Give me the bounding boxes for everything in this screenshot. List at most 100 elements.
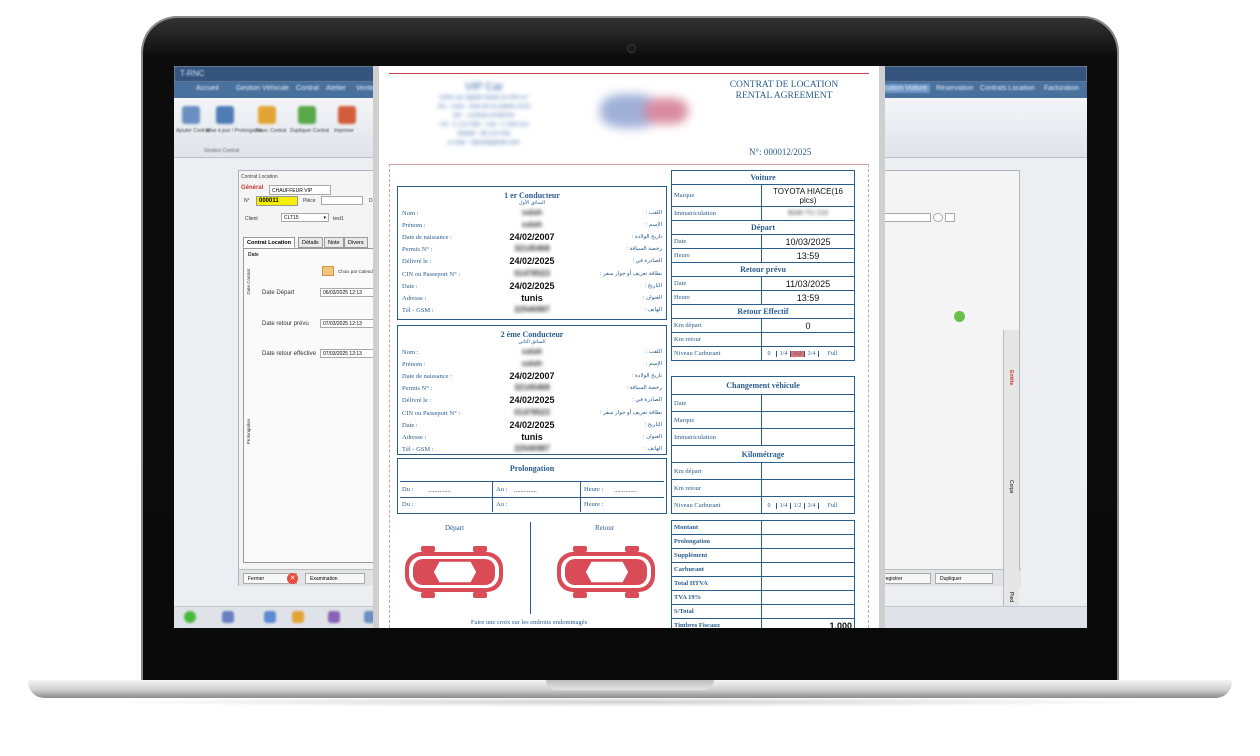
driver1-title: 1 er Conducteur xyxy=(504,191,560,200)
tab-details[interactable]: Détails xyxy=(298,237,323,248)
totals-row: Carburant xyxy=(671,562,855,577)
add-contract-icon[interactable] xyxy=(182,106,200,124)
driver2-row: Tél - GSM :22546987 الهاتف : xyxy=(402,444,662,457)
marque-value: TOYOTA HIACE(16 plcs) xyxy=(761,184,855,207)
tab-general[interactable]: Général xyxy=(241,185,263,191)
company-line: MF : 1234567/A/M/000 xyxy=(453,113,515,119)
prolong-heure-dots: .............. xyxy=(614,487,637,494)
tab-note[interactable]: Note xyxy=(324,237,344,248)
totals-label: S/Total xyxy=(671,604,762,619)
ribbon-tab[interactable]: Facturation xyxy=(1044,85,1079,92)
field-label-ar: التاريخ : xyxy=(644,282,662,289)
totals-label: Carburant xyxy=(671,562,762,577)
field-label-ar: الإسم : xyxy=(646,222,662,229)
driver1-box: 1 er Conducteur السائق الأول Nom : salah ا… xyxy=(397,186,667,320)
app-icon[interactable] xyxy=(328,611,340,623)
car-diagram-depart xyxy=(405,546,503,598)
contract-number-field[interactable]: 000011 xyxy=(256,196,298,206)
app-icon[interactable] xyxy=(222,611,234,623)
totals-value xyxy=(761,576,855,591)
save-button[interactable]: Enregistrer xyxy=(873,573,931,584)
field-value: 24/02/2007 xyxy=(509,232,555,243)
tab-contrat-location[interactable]: Contrat Location xyxy=(243,237,295,248)
prolong-au-label: Au : xyxy=(496,501,508,508)
fuel-level: Full xyxy=(818,351,846,357)
field-label-ar: التاريخ : xyxy=(644,421,662,428)
date-retour-effective-field[interactable]: 07/03/2025 12:13 xyxy=(320,349,384,358)
ribbon-tab[interactable]: Contrat xyxy=(296,85,319,92)
search-icon[interactable] xyxy=(933,213,943,222)
prolong-row-2: Du : Au : Heure : xyxy=(400,498,664,512)
laptop-scene: T-RNC Accueil Gestion Véhicule Contrat A… xyxy=(0,0,1260,756)
fuel-level: 0 xyxy=(767,351,771,357)
company-logo xyxy=(594,86,694,136)
field-label-ar: الهاتف : xyxy=(644,445,662,452)
duplicate-icon[interactable] xyxy=(298,106,316,124)
calendar-label: Choix par Calendrier xyxy=(338,269,380,274)
examination-button[interactable]: Examination xyxy=(305,573,365,584)
client-code-select[interactable]: CLT15 ▾ xyxy=(281,213,329,222)
ribbon-tab[interactable]: Réservation xyxy=(936,85,973,92)
damage-note: Faire une croix sur les endroits endomma… xyxy=(470,619,588,626)
fuel-level: 3/4 xyxy=(804,351,818,357)
update-icon[interactable] xyxy=(216,106,234,124)
top-rule xyxy=(389,73,869,74)
client-detail-field[interactable] xyxy=(879,213,931,222)
driver2-box: 2 ème Conducteur السائق الثاني Nom : sala… xyxy=(397,325,667,455)
totals-row: Montant xyxy=(671,520,855,535)
totals-label: Supplément xyxy=(671,548,762,563)
ribbon-tab[interactable]: Contrats Location xyxy=(980,85,1035,92)
depart-heure-label: Heure xyxy=(671,248,762,263)
field-label-ar: الهاتف : xyxy=(644,306,662,313)
date-depart-field[interactable]: 06/03/2025 12:13 xyxy=(320,288,384,297)
side-tabs: Entête Corps Pied xyxy=(1003,330,1019,628)
km-retour-label: Km retour xyxy=(671,332,762,347)
totals-label: TVA 19% xyxy=(671,590,762,605)
company-line: Tél: 71 123 456 - Fax: 71 654 321 xyxy=(438,122,530,128)
prolongation-title: Prolongation xyxy=(509,464,555,473)
ribbon-tab[interactable]: Gestion Véhicule xyxy=(236,85,289,92)
ribbon-tab[interactable]: Atelier xyxy=(326,85,346,92)
retour-prevu-heure-value: 13:59 xyxy=(761,290,855,305)
chevron-down-icon: ▾ xyxy=(323,215,326,221)
gear-icon[interactable] xyxy=(945,213,955,222)
change-marque-label: Marque xyxy=(671,411,762,429)
toolbar-group-label: Gestion Contrat xyxy=(204,148,240,154)
app-icon[interactable] xyxy=(264,611,276,623)
fuel-level: 1/4 xyxy=(776,502,790,509)
retour-car-label: Retour xyxy=(595,524,615,532)
tab-chauffeur[interactable]: CHAUFFEUR VIP xyxy=(269,185,331,195)
piece-field[interactable] xyxy=(321,196,363,205)
totals-row: Timbres Fiscaux 1.000 xyxy=(671,618,855,628)
app-title: T-RNC xyxy=(180,69,205,78)
totals-table: Montant Prolongation Supplément Carburant To… xyxy=(671,520,855,628)
km-depart-label: Km départ xyxy=(671,318,762,333)
change-date-label: Date xyxy=(671,394,762,412)
fuel-gauge-1: 0 1/4 1/2 3/4 Full xyxy=(761,346,855,361)
tab-divers[interactable]: Divers xyxy=(344,237,368,248)
validate-icon[interactable] xyxy=(954,311,965,322)
ribbon-tab-active[interactable]: Location Voiture xyxy=(874,84,931,93)
retour-prevu-date-value: 11/03/2025 xyxy=(761,276,855,291)
prolong-heure-label: Heure : xyxy=(584,501,604,508)
tab-corps[interactable]: Corps xyxy=(1008,480,1014,493)
ribbon-tab[interactable]: Vente xyxy=(356,85,374,92)
tab-entete[interactable]: Entête xyxy=(1008,370,1014,385)
app-icon[interactable] xyxy=(364,611,376,623)
title-fr: CONTRAT DE LOCATION xyxy=(729,80,839,90)
totals-label: Timbres Fiscaux xyxy=(671,618,762,628)
ribbon-tab[interactable]: Accueil xyxy=(196,85,219,92)
date-retour-prevu-field[interactable]: 07/03/2025 12:13 xyxy=(320,319,384,328)
grid-header: Date xyxy=(248,252,259,258)
calendar-icon[interactable] xyxy=(322,266,334,276)
app-icon[interactable] xyxy=(292,611,304,623)
new-contract-icon[interactable] xyxy=(258,106,276,124)
totals-value xyxy=(761,590,855,605)
company-line: RC: Tunis - Rue de la Liberté 2019 xyxy=(437,104,531,110)
tab-pied[interactable]: Pied xyxy=(1008,592,1014,602)
close-icon[interactable]: ✕ xyxy=(287,573,298,584)
date-contrat-vertical: Date Contrat xyxy=(246,269,251,295)
print-icon[interactable] xyxy=(338,106,356,124)
duplicate-button[interactable]: Dupliquer xyxy=(935,573,993,584)
app-icon[interactable] xyxy=(184,611,196,623)
